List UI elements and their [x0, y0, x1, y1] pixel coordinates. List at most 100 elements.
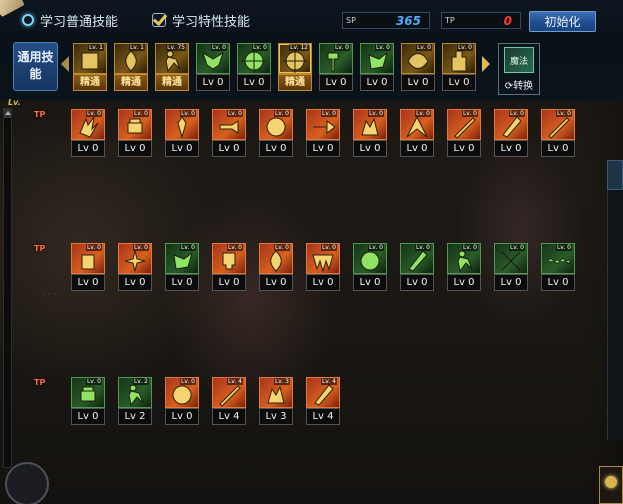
minimap-ring [5, 462, 49, 504]
skill-level-label: Lv 0 [212, 274, 246, 291]
general-skill-slot[interactable]: Lv. 0 Lv 0 [442, 43, 476, 91]
skill-level-label: Lv 2 [118, 408, 152, 425]
skill-level-label: Lv 0 [71, 408, 105, 425]
skill-window: · · · 学习普通技能 学习特性技能 SP 365 TP 0 初始化 通用技能… [0, 0, 623, 504]
general-skill-slot[interactable]: Lv. 1 精通 [114, 43, 148, 91]
coin-icon[interactable] [599, 466, 623, 504]
change-label: ⟳转换 [499, 77, 539, 92]
row-skill-slot[interactable]: Lv. 3 Lv 3 [259, 377, 293, 425]
skill-level-mini: Lv. 0 [456, 44, 473, 51]
tab-normal-skills[interactable]: 学习普通技能 [22, 9, 118, 31]
runner-icon: Lv. 2 [118, 377, 152, 408]
row-skill-slot[interactable]: Lv. 4 Lv 4 [212, 377, 246, 425]
scroll-right-arrow[interactable] [482, 56, 490, 72]
row-skill-slot[interactable]: Lv. 2 Lv 2 [118, 377, 152, 425]
general-skill-slot[interactable]: Lv. 0 Lv 0 [319, 43, 353, 91]
skill-level-label: Lv 0 [118, 140, 152, 157]
skill-level-mini: Lv. 0 [320, 244, 337, 251]
row-skill-slot[interactable]: Lv. 0 Lv 0 [165, 377, 199, 425]
hammer-icon: Lv. 0 [319, 43, 353, 74]
row-skill-slot[interactable]: Lv. 0 Lv 0 [71, 109, 105, 157]
tab-normal-label: 学习普通技能 [40, 14, 119, 30]
corner-scroll-icon [0, 0, 25, 18]
skill-level-mini: Lv. 0 [508, 244, 525, 251]
orb-icon: Lv. 0 [165, 377, 199, 408]
general-skill-slot[interactable]: Lv. 0 Lv 0 [196, 43, 230, 91]
fist-icon: Lv. 0 [118, 109, 152, 140]
skill-level-label: Lv 0 [259, 274, 293, 291]
row-skill-slot[interactable]: Lv. 0 Lv 0 [118, 109, 152, 157]
general-skill-slot[interactable]: Lv. 75 精通 [155, 43, 189, 91]
blade-icon: Lv. 4 [306, 377, 340, 408]
scroll-left-arrow[interactable] [61, 56, 69, 72]
skill-level-mini: Lv. 1 [128, 44, 145, 51]
row-skill-slot[interactable]: Lv. 0 Lv 0 [259, 243, 293, 291]
side-panel-tab[interactable] [607, 160, 623, 190]
skill-level-mini: Lv. 0 [132, 244, 149, 251]
row-tp-tag: TP [34, 244, 46, 253]
skill-level-label: Lv 0 [237, 74, 271, 91]
row-skill-slot[interactable]: Lv. 0 Lv 0 [494, 109, 528, 157]
row-skill-slot[interactable]: Lv. 0 Lv 0 [541, 109, 575, 157]
row-skill-slot[interactable]: Lv. 0 Lv 0 [71, 243, 105, 291]
skill-level-label: Lv 0 [447, 140, 481, 157]
row-skill-slot[interactable]: Lv. 0 Lv 0 [400, 243, 434, 291]
slash-icon: Lv. 0 [447, 109, 481, 140]
skill-level-mini: Lv. 0 [333, 44, 350, 51]
general-skill-slot[interactable]: Lv. 1 精通 [73, 43, 107, 91]
skill-level-label: Lv 0 [212, 140, 246, 157]
general-skill-slot[interactable]: Lv. 0 Lv 0 [401, 43, 435, 91]
skill-level-mini: Lv. 0 [461, 110, 478, 117]
tab-special-skills[interactable]: 学习特性技能 [152, 9, 250, 31]
row-skill-slot[interactable]: Lv. 0 Lv 0 [259, 109, 293, 157]
row-skill-slot[interactable]: Lv. 0 Lv 0 [306, 109, 340, 157]
checkmark-icon [152, 13, 166, 27]
row-skill-slot[interactable]: Lv. 0 Lv 0 [541, 243, 575, 291]
general-skill-slot[interactable]: Lv. 0 Lv 0 [237, 43, 271, 91]
slash-icon: Lv. 4 [212, 377, 246, 408]
skill-level-label: Lv 4 [306, 408, 340, 425]
row-skill-slot[interactable]: Lv. 0 Lv 0 [353, 243, 387, 291]
warrior-icon: Lv. 0 [165, 109, 199, 140]
row-skill-slot[interactable]: Lv. 4 Lv 4 [306, 377, 340, 425]
fire-icon: Lv. 0 [259, 243, 293, 274]
reset-button[interactable]: 初始化 [529, 11, 596, 32]
row-skill-slot[interactable]: Lv. 0 Lv 0 [353, 109, 387, 157]
row-skill-slot[interactable]: Lv. 0 Lv 0 [165, 243, 199, 291]
tp-value: 0 [503, 13, 512, 28]
skill-level-label: Lv 4 [212, 408, 246, 425]
skill-level-label: Lv 0 [71, 274, 105, 291]
tp-tag: TP [445, 16, 455, 25]
row-skill-slot[interactable]: Lv. 0 Lv 0 [400, 109, 434, 157]
row-skill-slot[interactable]: Lv. 0 Lv 0 [447, 109, 481, 157]
skill-level-mini: Lv. 0 [179, 378, 196, 385]
skill-level-label: Lv 0 [165, 408, 199, 425]
skill-level-label: Lv 3 [259, 408, 293, 425]
orb-icon: Lv. 0 [353, 243, 387, 274]
skill-level-label: Lv 0 [360, 74, 394, 91]
skill-level-mini: Lv. 0 [367, 110, 384, 117]
scroll-up-arrow[interactable] [4, 109, 11, 118]
row-skill-slot[interactable]: Lv. 0 Lv 0 [71, 377, 105, 425]
skill-level-label: 精通 [278, 74, 312, 91]
refresh-icon: ⟳ [504, 81, 514, 92]
row-skill-slot[interactable]: Lv. 0 Lv 0 [306, 243, 340, 291]
row-skill-slot[interactable]: Lv. 0 Lv 0 [212, 109, 246, 157]
vertical-scrollbar[interactable] [3, 108, 12, 468]
row-skill-slot[interactable]: Lv. 0 Lv 0 [212, 243, 246, 291]
sp-value: 365 [395, 13, 421, 28]
general-skill-slot[interactable]: Lv. 12 精通 [278, 43, 312, 91]
tp-counter: TP 0 [441, 12, 521, 29]
row-skill-slot[interactable]: Lv. 0 Lv 0 [494, 243, 528, 291]
row-skill-slot[interactable]: Lv. 0 Lv 0 [165, 109, 199, 157]
skill-level-label: Lv 0 [494, 274, 528, 291]
row-skill-slot[interactable]: Lv. 0 Lv 0 [447, 243, 481, 291]
skill-level-mini: Lv. 4 [320, 378, 337, 385]
general-skill-slot[interactable]: Lv. 0 Lv 0 [360, 43, 394, 91]
skill-change-button[interactable]: 魔法 ⟳转换 [498, 43, 540, 95]
row-tp-tag: TP [34, 110, 46, 119]
eye-icon: Lv. 0 [401, 43, 435, 74]
runner-icon: Lv. 0 [447, 243, 481, 274]
row-skill-slot[interactable]: Lv. 0 Lv 0 [118, 243, 152, 291]
skill-level-mini: Lv. 0 [179, 244, 196, 251]
